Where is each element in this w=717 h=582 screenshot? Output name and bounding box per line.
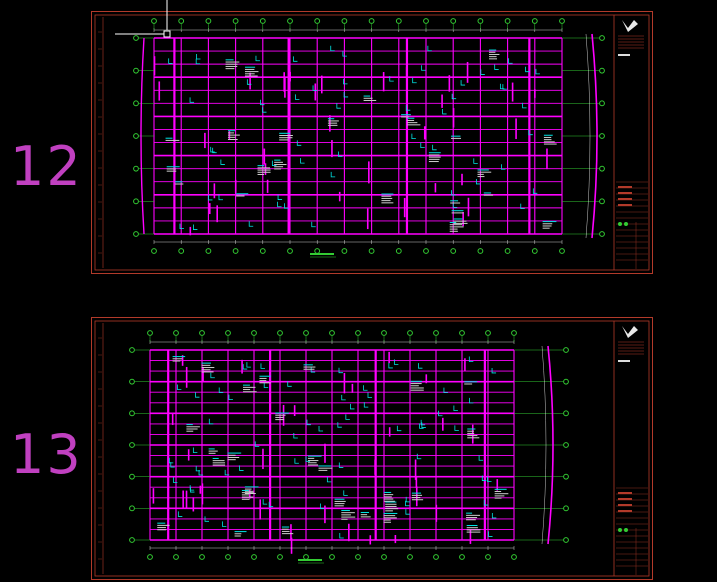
- sheet-12-plan-drawing: [94, 14, 650, 271]
- cad-viewport[interactable]: 12 13: [0, 0, 717, 582]
- sheet-13-plan-drawing: [94, 320, 650, 577]
- sheet-number-12: 12: [10, 135, 83, 198]
- drawing-sheet-13[interactable]: [91, 317, 653, 580]
- crosshair-cursor-icon: [115, 0, 195, 50]
- drawing-sheet-12[interactable]: [91, 11, 653, 274]
- sheet-number-13: 13: [10, 423, 83, 486]
